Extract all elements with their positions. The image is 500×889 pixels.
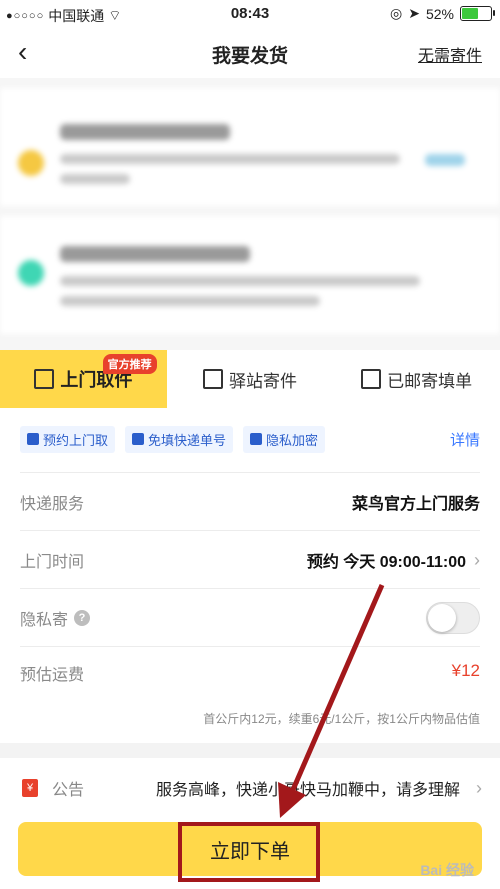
- door-icon: [34, 369, 55, 389]
- details-link[interactable]: 详情: [450, 429, 480, 450]
- tab-station-send[interactable]: 驿站寄件: [167, 350, 334, 408]
- battery-icon: [460, 6, 495, 21]
- order-panel: 预约上门取 免填快递单号 隐私加密 详情 快递服务 菜鸟官方上门服务 上门时间 …: [0, 408, 500, 743]
- rotation-lock-icon: ◎: [390, 5, 403, 21]
- blur-line: [60, 174, 130, 184]
- address-area-blurred: [0, 78, 500, 350]
- feature-no-waybill: 免填快递单号: [125, 425, 234, 453]
- edit-form-icon: [361, 369, 382, 389]
- row-label: 预估运费: [20, 667, 85, 684]
- blur-line: [60, 246, 250, 262]
- notice-text: 服务高峰，快递小哥快马加鞭中，请多理解: [155, 782, 460, 799]
- station-icon: [203, 369, 223, 389]
- receiver-dot-icon: [18, 260, 44, 286]
- row-label: 上门时间: [20, 554, 85, 571]
- shipping-method-tabs: 上门取件 官方推荐 驿站寄件 已邮寄填单: [0, 350, 500, 408]
- status-bar: ●○○○○ 中国联通 ⌔ 08:43 ◎ ➤ 52%: [0, 0, 500, 28]
- toggle-knob: [428, 604, 456, 632]
- chevron-right-icon: ›: [476, 777, 482, 798]
- tab-door-pickup[interactable]: 上门取件 官方推荐: [0, 350, 167, 408]
- lightning-icon: [27, 433, 39, 445]
- battery-percent: 52%: [425, 5, 454, 22]
- bottom-bar: 立即下单 Bai 经验: [0, 818, 500, 889]
- notice-label: 公告: [52, 782, 85, 799]
- sender-dot-icon: [18, 150, 44, 176]
- blur-line: [60, 154, 400, 164]
- shield-icon: [250, 433, 263, 445]
- help-icon[interactable]: ?: [74, 610, 91, 626]
- private-send-toggle[interactable]: [426, 602, 480, 634]
- row-courier-service[interactable]: 快递服务 菜鸟官方上门服务: [20, 472, 480, 531]
- no-shipping-link[interactable]: 无需寄件: [418, 42, 482, 66]
- feature-appointment: 预约上门取: [20, 425, 116, 453]
- feature-list: 预约上门取 免填快递单号 隐私加密 详情: [20, 422, 480, 456]
- nav-bar: ‹ 我要发货 无需寄件: [0, 28, 500, 78]
- row-label: 快递服务: [20, 496, 85, 513]
- fee-note: 首公斤内12元，续重6元/1公斤，按1公斤内物品估值: [203, 712, 480, 726]
- location-icon: ➤: [408, 5, 420, 21]
- blur-line: [60, 276, 420, 286]
- battery-fill: [462, 8, 478, 19]
- row-estimated-fee: 预估运费 ¥12: [20, 646, 480, 708]
- feature-label: 预约上门取: [43, 432, 109, 448]
- watermark-logo: Bai 经验: [420, 862, 474, 878]
- blur-line: [60, 124, 230, 140]
- tab-label: 驿站寄件: [229, 371, 297, 391]
- recommended-badge: 官方推荐: [102, 354, 157, 374]
- feature-label: 隐私加密: [266, 432, 319, 448]
- chevron-right-icon: ›: [474, 549, 480, 570]
- blur-line: [425, 154, 465, 166]
- feature-privacy: 隐私加密: [243, 425, 326, 453]
- receiver-card-blurred[interactable]: [0, 216, 500, 334]
- announcement-bar[interactable]: ¥ 公告 服务高峰，快递小哥快马加鞭中，请多理解 ›: [0, 758, 500, 818]
- fee-price: ¥12: [451, 661, 480, 680]
- notice-icon: ¥: [22, 779, 38, 797]
- row-pickup-time[interactable]: 上门时间 预约 今天 09:00-11:00 ›: [20, 530, 480, 589]
- form-icon: [132, 433, 145, 445]
- row-private-send: 隐私寄 ?: [20, 588, 480, 647]
- annotation-box: [178, 822, 320, 882]
- row-label: 隐私寄: [20, 612, 69, 629]
- tab-already-sent[interactable]: 已邮寄填单: [333, 350, 500, 408]
- tab-label: 已邮寄填单: [387, 371, 473, 391]
- sender-card-blurred[interactable]: [0, 88, 500, 206]
- blur-line: [60, 296, 320, 306]
- row-value: 预约 今天 09:00-11:00: [306, 554, 466, 571]
- row-value: 菜鸟官方上门服务: [351, 496, 480, 513]
- status-right: ◎ ➤ 52%: [390, 5, 495, 22]
- feature-label: 免填快递单号: [148, 432, 227, 448]
